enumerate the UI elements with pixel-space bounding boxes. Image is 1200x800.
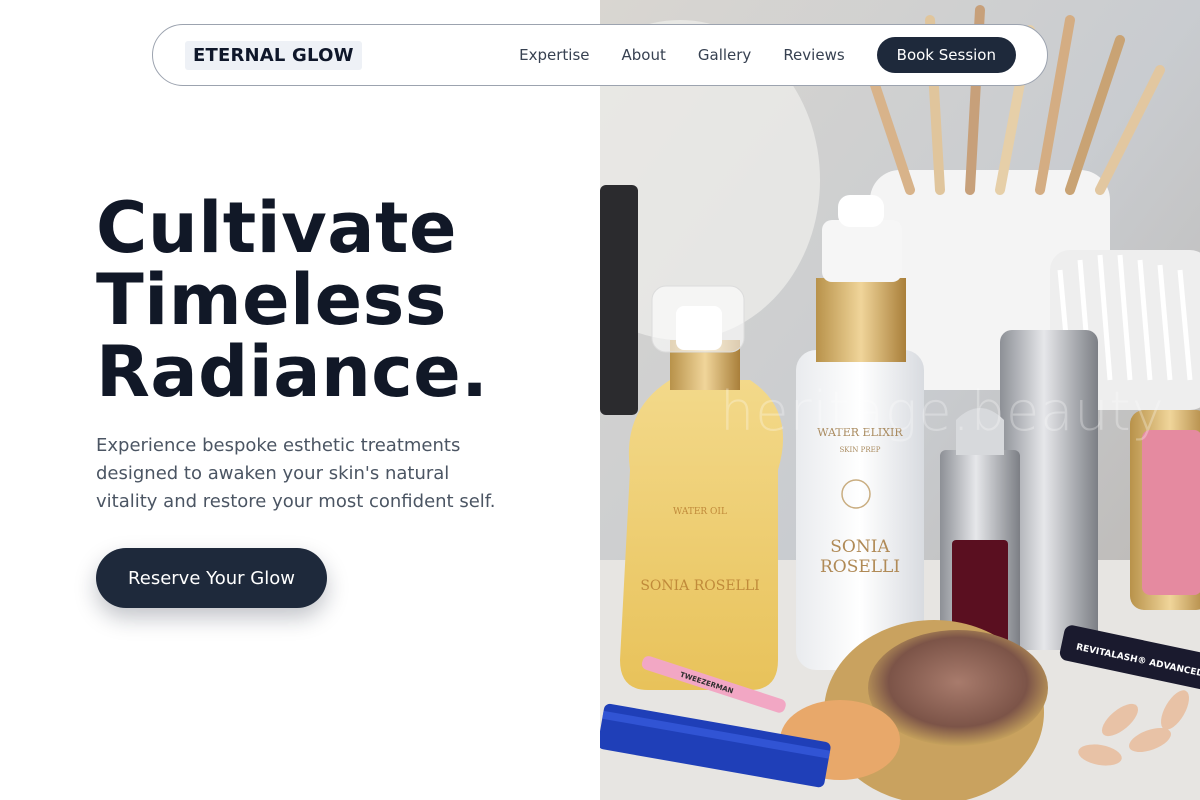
top-navbar: ETERNAL GLOW Expertise About Gallery Rev…	[152, 24, 1048, 86]
serum-brand-line1: SONIA	[830, 537, 890, 557]
reserve-glow-button[interactable]: Reserve Your Glow	[96, 548, 327, 608]
nav-link-gallery[interactable]: Gallery	[698, 46, 751, 64]
hero-title-line-1: Cultivate	[96, 187, 457, 269]
hero-subtitle: Experience bespoke esthetic treatments d…	[96, 435, 496, 512]
nav-link-reviews[interactable]: Reviews	[783, 46, 844, 64]
image-watermark: heritage.beauty	[720, 380, 1165, 443]
serum-sub-text: SKIN PREP	[840, 446, 881, 454]
nav-links: Expertise About Gallery Reviews Book Ses…	[519, 37, 1016, 73]
nav-link-expertise[interactable]: Expertise	[519, 46, 589, 64]
hero-title: Cultivate Timeless Radiance.	[96, 192, 576, 408]
oil-name-text: WATER OIL	[673, 507, 727, 517]
oil-brand-text: SONIA ROSELLI	[640, 578, 759, 594]
hero-title-line-2: Timeless	[96, 259, 447, 341]
brand-logo[interactable]: ETERNAL GLOW	[185, 40, 362, 70]
nav-link-about[interactable]: About	[622, 46, 666, 64]
serum-brand-line2: ROSELLI	[820, 557, 900, 577]
hero-title-line-3: Radiance.	[96, 331, 489, 413]
book-session-button[interactable]: Book Session	[876, 37, 1016, 73]
